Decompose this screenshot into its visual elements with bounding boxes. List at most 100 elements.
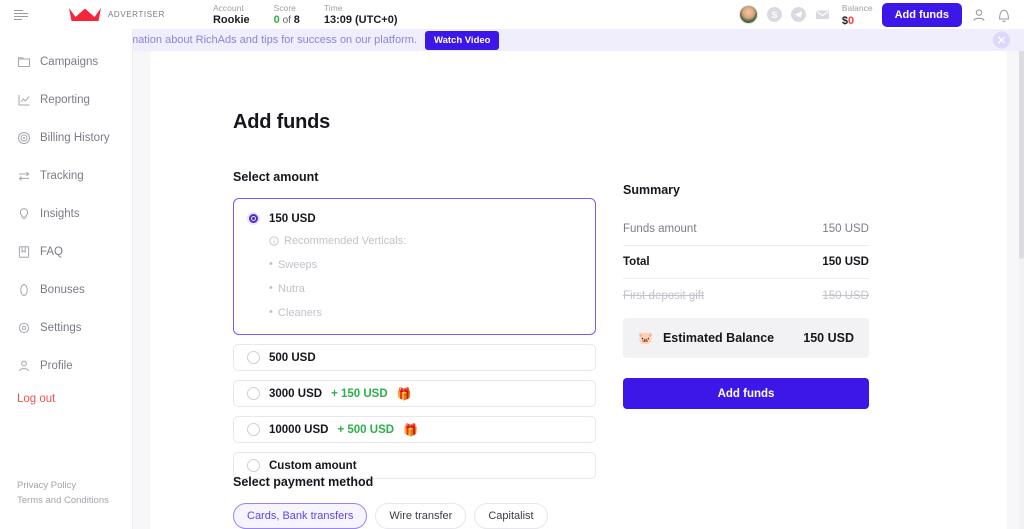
amount-option-row: 150 USD <box>247 212 582 225</box>
payment-chip-cards[interactable]: Cards, Bank transfers <box>233 503 368 529</box>
brand-label: ADVERTISER <box>108 10 165 19</box>
sidebar-item-tracking[interactable]: Tracking <box>0 165 132 187</box>
stat-account-value: Rookie <box>212 13 250 26</box>
gear-icon <box>18 322 30 334</box>
avatar[interactable] <box>738 5 758 24</box>
sidebar-label: Billing History <box>40 132 110 144</box>
amount-label: Custom amount <box>269 459 357 472</box>
privacy-policy-link[interactable]: Privacy Policy <box>17 478 109 493</box>
radio-custom[interactable] <box>247 459 260 472</box>
page-scrollbar[interactable] <box>1019 29 1024 529</box>
summary-value: 150 USD <box>822 223 869 235</box>
amount-option-row: 500 USD <box>247 351 316 364</box>
sidebar-label: Bonuses <box>40 284 85 296</box>
skype-icon[interactable]: S <box>766 7 782 22</box>
watch-video-button[interactable]: Watch Video <box>424 30 500 50</box>
summary-key: First deposit gift <box>623 289 705 302</box>
payment-chip-wire[interactable]: Wire transfer <box>375 503 467 529</box>
summary-value: 150 USD <box>822 256 869 268</box>
payment-method-chips: Cards, Bank transfers Wire transfer Capi… <box>233 503 633 529</box>
verticals-title: Recommended Verticals: <box>284 235 407 247</box>
summary-title: Summary <box>623 183 680 197</box>
book-icon <box>18 246 30 258</box>
info-icon <box>269 236 279 246</box>
add-funds-submit-button[interactable]: Add funds <box>623 378 869 409</box>
telegram-glyph <box>794 11 803 18</box>
summary-row-funds-amount: Funds amount 150 USD <box>623 213 869 246</box>
gift-icon: 🎁 <box>396 386 412 401</box>
stat-score-label: Score <box>273 2 296 13</box>
amount-option-3000[interactable]: 3000 USD + 150 USD 🎁 <box>233 380 596 407</box>
sidebar: Campaigns Reporting Billing History Trac… <box>0 29 133 529</box>
balance-label: Balance <box>841 2 873 13</box>
sidebar-label: Insights <box>40 208 80 220</box>
amount-option-10000[interactable]: 10000 USD + 500 USD 🎁 <box>233 416 596 443</box>
chart-icon <box>18 95 30 106</box>
sidebar-item-settings[interactable]: Settings <box>0 317 132 339</box>
estimated-balance-value: 150 USD <box>803 331 854 345</box>
sidebar-item-campaigns[interactable]: Campaigns <box>0 51 132 73</box>
sidebar-label: Profile <box>40 360 73 372</box>
mail-icon[interactable] <box>815 7 830 22</box>
sidebar-item-billing-history[interactable]: Billing History <box>0 127 132 149</box>
scrollbar-thumb[interactable] <box>1019 29 1024 259</box>
sidebar-item-profile[interactable]: Profile <box>0 355 132 377</box>
gift-icon: 🎁 <box>403 422 418 437</box>
amount-option-row: 10000 USD + 500 USD 🎁 <box>247 423 418 436</box>
stat-account-label: Account <box>212 2 244 13</box>
vertical-item: Sweeps <box>269 258 582 271</box>
estimated-balance-label: Estimated Balance <box>662 331 775 345</box>
summary-value: 150 USD <box>822 289 869 302</box>
sidebar-item-reporting[interactable]: Reporting <box>0 89 132 111</box>
sidebar-item-bonuses[interactable]: Bonuses <box>0 279 132 301</box>
stat-time-label: Time <box>323 2 343 13</box>
bulb-icon <box>19 208 29 220</box>
sidebar-item-insights[interactable]: Insights <box>0 203 132 225</box>
amount-option-row: Custom amount <box>247 459 357 472</box>
sidebar-footer: Privacy Policy Terms and Conditions <box>17 478 109 508</box>
amount-option-150[interactable]: 150 USD Recommended Verticals: Sweeps Nu… <box>233 198 596 335</box>
radio-500[interactable] <box>247 351 260 364</box>
hamburger-icon[interactable] <box>14 9 32 20</box>
envelope-glyph <box>815 10 829 19</box>
telegram-icon[interactable] <box>790 7 806 22</box>
summary-row-first-deposit-gift: First deposit gift 150 USD <box>623 279 869 312</box>
balance-display: Balance $0 <box>842 3 873 27</box>
payment-method-title: Select payment method <box>233 475 374 489</box>
sidebar-label: Settings <box>40 322 82 334</box>
stat-score-value: 0 of 8 <box>274 14 300 27</box>
estimated-balance-box: 🐷 Estimated Balance 150 USD <box>623 318 869 358</box>
stat-time: Time 13:09 (UTC+0) <box>324 3 398 27</box>
terms-link[interactable]: Terms and Conditions <box>17 493 109 508</box>
top-header: ADVERTISER Account Rookie Score 0 of 8 T… <box>0 0 1024 29</box>
add-funds-header-button[interactable]: Add funds <box>881 2 962 27</box>
sidebar-item-faq[interactable]: FAQ <box>0 241 132 263</box>
skype-glyph: S <box>771 9 778 20</box>
radio-3000[interactable] <box>247 387 260 400</box>
summary-row-total: Total 150 USD <box>623 246 869 279</box>
payment-chip-capitalist[interactable]: Capitalist <box>474 503 548 529</box>
logout-link[interactable]: Log out <box>0 393 132 405</box>
summary-key: Funds amount <box>623 223 697 235</box>
radio-10000[interactable] <box>247 423 260 436</box>
balance-value: $0 <box>842 15 854 27</box>
banner-text: mation about RichAds and tips for succes… <box>129 34 417 46</box>
recommended-verticals: Recommended Verticals: Sweeps Nutra Clea… <box>269 235 582 319</box>
banner-close-button[interactable] <box>993 31 1010 49</box>
amount-label: 10000 USD <box>269 423 329 436</box>
brand-logo[interactable]: ADVERTISER <box>68 7 165 22</box>
circles-icon <box>18 132 30 144</box>
amount-option-500[interactable]: 500 USD <box>233 344 596 371</box>
bell-icon[interactable] <box>996 7 1012 23</box>
crown-logo-icon <box>69 8 101 21</box>
amount-bonus: + 150 USD <box>331 387 388 400</box>
amount-bonus: + 500 USD <box>337 423 395 436</box>
header-actions: S Balance $0 Add funds <box>738 2 1024 27</box>
amount-section: Select amount 150 USD Recommended Vertic… <box>233 170 596 479</box>
amount-option-row: 3000 USD + 150 USD 🎁 <box>247 387 412 400</box>
radio-150[interactable] <box>247 212 260 225</box>
user-icon[interactable] <box>971 7 987 23</box>
select-amount-title: Select amount <box>233 170 319 184</box>
amount-label: 500 USD <box>269 351 316 364</box>
person-icon <box>19 360 29 372</box>
